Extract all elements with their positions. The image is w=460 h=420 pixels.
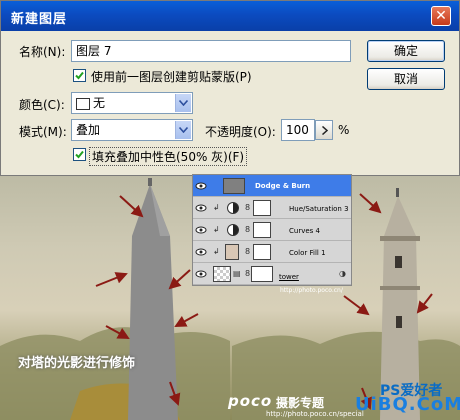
link-icon: 8 (245, 269, 251, 278)
layer-name: Color Fill 1 (289, 249, 326, 257)
layer-row-tower[interactable]: ▤ 8 tower ◑ (193, 263, 351, 285)
ok-button[interactable]: 确定 (367, 40, 445, 62)
fill-neutral-checkbox[interactable] (73, 148, 86, 161)
cancel-button[interactable]: 取消 (367, 68, 445, 90)
color-fill-thumbnail (225, 244, 239, 260)
eye-icon[interactable] (195, 224, 207, 236)
color-value: 无 (93, 96, 106, 110)
opacity-slider-button[interactable] (315, 120, 333, 140)
mode-label: 模式(M): (19, 125, 67, 139)
adjustment-icon (227, 224, 239, 236)
canvas-caption: 对塔的光影进行修饰 (18, 356, 136, 371)
eye-icon[interactable] (195, 202, 207, 214)
poco-label: 摄影专题 (276, 396, 325, 410)
layer-mask-thumbnail (253, 222, 271, 238)
layer-mask-thumbnail (253, 200, 271, 216)
clip-arrow-icon: ↲ (213, 203, 220, 212)
color-dropdown-arrow[interactable] (175, 94, 191, 112)
chevron-right-icon (322, 126, 328, 135)
blend-mode-value: 叠加 (76, 123, 101, 137)
opacity-label: 不透明度(O): (205, 125, 276, 139)
chevron-down-icon (179, 100, 188, 106)
color-select[interactable]: 无 (71, 92, 193, 114)
clip-mask-checkbox[interactable] (73, 69, 86, 82)
fill-neutral-label: 填充叠加中性色(50% 灰)(F) (89, 147, 248, 166)
arrow-7 (359, 193, 382, 214)
layer-name: tower (279, 273, 299, 281)
poco-logo: poco (228, 392, 273, 410)
close-button[interactable]: ✕ (431, 6, 451, 26)
layer-row-curves[interactable]: ↲ 8 Curves 4 (193, 219, 351, 241)
layer-mask-thumbnail (253, 244, 271, 260)
color-swatch (76, 97, 90, 110)
arrow-6 (168, 381, 181, 406)
checkmark-icon (75, 150, 84, 159)
link-icon: 8 (245, 247, 251, 256)
layers-panel: Dodge & Burn ↲ 8 Hue/Saturation 3 ↲ 8 Cu… (192, 174, 352, 286)
poco-url: http://photo.poco.cn/special (266, 410, 364, 418)
layer-row-color-fill[interactable]: ↲ 8 Color Fill 1 (193, 241, 351, 263)
new-layer-dialog: 新建图层 ✕ 名称(N): 图层 7 使用前一图层创建剪贴蒙版(P) 颜色(C)… (0, 0, 460, 176)
layer-mask-thumbnail (251, 266, 273, 282)
link-icon: 8 (245, 225, 251, 234)
layer-row-hue-saturation[interactable]: ↲ 8 Hue/Saturation 3 (193, 197, 351, 219)
mode-dropdown-arrow[interactable] (175, 121, 191, 139)
blend-mode-select[interactable]: 叠加 (71, 119, 193, 141)
layers-url: http://photo.poco.cn/ (280, 287, 343, 294)
layer-thumbnail (223, 178, 245, 194)
chevron-down-icon (179, 127, 188, 133)
link-icon: 8 (245, 203, 251, 212)
clip-arrow-icon: ↲ (213, 225, 220, 234)
fx-icon: ◑ (339, 269, 346, 278)
layer-thumbnail (213, 266, 231, 282)
arrow-1 (119, 195, 144, 218)
layer-name: Curves 4 (289, 227, 320, 235)
opacity-input[interactable]: 100 (281, 119, 315, 141)
eye-icon[interactable] (195, 246, 207, 258)
layer-name: Dodge & Burn (255, 182, 311, 190)
opacity-unit: % (338, 123, 350, 137)
clip-mask-label: 使用前一图层创建剪贴蒙版(P) (91, 70, 252, 84)
smart-object-icon: ▤ (233, 269, 241, 278)
arrow-9 (343, 295, 370, 316)
color-label: 颜色(C): (19, 98, 65, 112)
dialog-titlebar[interactable]: 新建图层 ✕ (1, 1, 459, 31)
layer-name-input[interactable]: 图层 7 (71, 40, 351, 62)
arrow-4 (105, 325, 130, 339)
layer-name: Hue/Saturation 3 (289, 205, 349, 213)
checkmark-icon (75, 71, 84, 80)
clip-arrow-icon: ↲ (213, 247, 220, 256)
name-label: 名称(N): (19, 45, 66, 59)
arrow-3 (168, 269, 191, 290)
dialog-title: 新建图层 (11, 12, 68, 27)
eye-icon[interactable] (195, 268, 207, 280)
close-icon: ✕ (435, 8, 447, 24)
watermark-site: UiBQ.CoM (355, 394, 460, 415)
adjustment-icon (227, 202, 239, 214)
arrow-5 (174, 313, 199, 327)
arrow-2 (95, 272, 128, 287)
layer-row-dodge-burn[interactable]: Dodge & Burn (193, 175, 351, 197)
arrow-8 (416, 293, 433, 314)
eye-icon[interactable] (195, 180, 207, 192)
